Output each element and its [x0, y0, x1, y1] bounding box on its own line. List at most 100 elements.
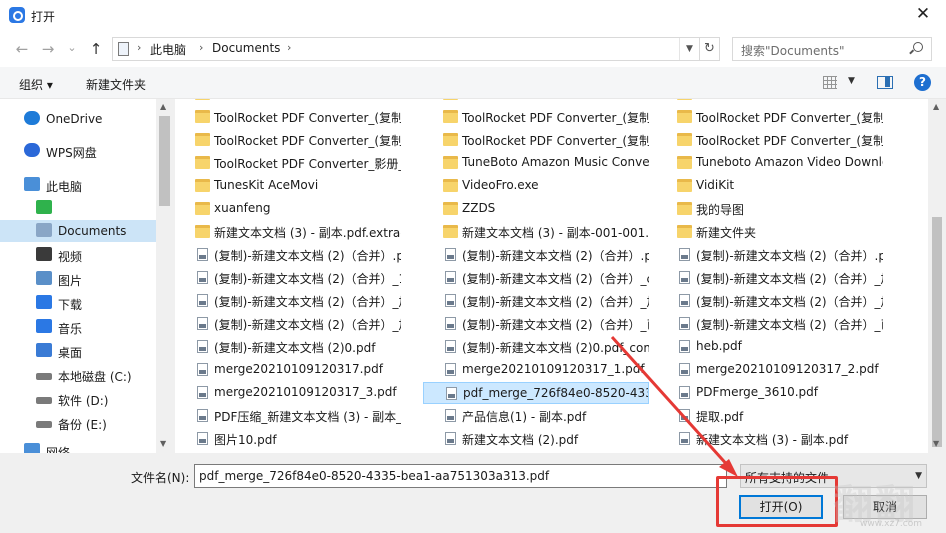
up-button[interactable]: ↑	[87, 40, 105, 58]
recent-locations-button[interactable]: ⌄	[63, 39, 81, 57]
command-toolbar: 组织 ▾ 新建文件夹 ▼ ?	[0, 67, 946, 99]
file-item[interactable]: (复制)-新建文本文档 (2)（合并）_c...	[423, 267, 649, 289]
forward-button[interactable]: →	[39, 40, 57, 58]
file-item[interactable]: (复制)-新建文本文档 (2)0.pdf	[175, 336, 401, 358]
sidebar-item-软件-d-[interactable]: 软件 (D:)	[0, 388, 156, 410]
folder-item-partial[interactable]	[657, 99, 883, 105]
file-item[interactable]: (复制)-新建文本文档 (2)（合并）_已...	[657, 313, 883, 335]
pdf-file-icon	[197, 248, 208, 261]
file-item[interactable]: merge20210109120317_3.pdf	[175, 382, 401, 404]
file-item[interactable]: (复制)-新建文本文档 (2)（合并）_加...	[175, 290, 401, 312]
folder-item-partial[interactable]	[423, 99, 649, 105]
folder-item[interactable]: 新建文件夹	[657, 221, 883, 243]
scroll-up-icon[interactable]: ▲	[933, 102, 939, 111]
sidebar-item-wps网盘[interactable]: WPS网盘	[0, 140, 156, 162]
file-item[interactable]: (复制)-新建文本文档 (2)（合并）.pdf	[175, 244, 401, 266]
search-input[interactable]: 搜索"Documents"	[732, 37, 932, 61]
file-item[interactable]: PDF压缩_新建文本文档 (3) - 副本_...	[175, 405, 401, 427]
sidebar-scroll-thumb[interactable]	[159, 116, 170, 206]
sidebar-item-本地磁盘-c-[interactable]: 本地磁盘 (C:)	[0, 364, 156, 386]
folder-item[interactable]: ToolRocket PDF Converter_(复制)...	[657, 106, 883, 128]
folder-item[interactable]: ToolRocket PDF Converter_(复制)...	[175, 129, 401, 151]
folder-item[interactable]: 我的导图	[657, 198, 883, 220]
view-dropdown-button[interactable]: ▼	[848, 76, 855, 86]
file-item[interactable]: merge20210109120317_2.pdf	[657, 359, 883, 381]
file-list-scroll-thumb[interactable]	[932, 217, 942, 447]
view-options-icon[interactable]	[823, 76, 837, 89]
sidebar-scrollbar[interactable]: ▲ ▼	[156, 99, 173, 453]
scroll-down-icon[interactable]: ▼	[933, 439, 939, 448]
scroll-up-icon[interactable]: ▲	[160, 102, 166, 111]
folder-item[interactable]: ZZDS	[423, 198, 649, 220]
folder-item[interactable]: 新建文本文档 (3) - 副本.pdf.extract...	[175, 221, 401, 243]
file-item[interactable]: 图片10.pdf	[175, 428, 401, 450]
folder-item[interactable]: VidiKit	[657, 175, 883, 197]
sidebar-item-网络[interactable]: 网络	[0, 440, 156, 453]
breadcrumb-this-pc[interactable]: 此电脑	[150, 41, 186, 58]
back-button[interactable]: ←	[13, 40, 31, 58]
folder-item[interactable]: TunesKit AceMovi	[175, 175, 401, 197]
folder-item[interactable]: ToolRocket PDF Converter_影册_s...	[175, 152, 401, 174]
folder-item[interactable]: VideoFro.exe	[423, 175, 649, 197]
file-item[interactable]: (复制)-新建文本文档 (2)（合并）_加...	[175, 313, 401, 335]
file-item[interactable]: 新建文本文档 (2).pdf	[423, 428, 649, 450]
file-item[interactable]: (复制)-新建文本文档 (2)（合并）_已...	[423, 313, 649, 335]
folder-item-partial[interactable]	[175, 99, 401, 105]
file-item[interactable]: 产品信息(1) - 副本.pdf	[423, 405, 649, 427]
file-item[interactable]: (复制)-新建文本文档 (2)（合并）.p...	[657, 244, 883, 266]
pdf-file-icon	[679, 409, 690, 422]
sidebar-item-label: 备份 (E:)	[58, 418, 107, 432]
filename-input[interactable]: pdf_merge_726f84e0-8520-4335-bea1-aa7513…	[194, 464, 727, 488]
sidebar-item-图片[interactable]: 图片	[0, 268, 156, 290]
file-item[interactable]: 新建文本文档 (3) - 副本.pdf	[657, 428, 883, 450]
sidebar-item-documents[interactable]: Documents	[0, 220, 156, 242]
file-item[interactable]: heb.pdf	[657, 336, 883, 358]
folder-item[interactable]: ToolRocket PDF Converter_(复制)...	[423, 106, 649, 128]
folder-icon	[195, 99, 210, 100]
file-item[interactable]: merge20210109120317_1.pdf	[423, 359, 649, 381]
file-item[interactable]: (复制)-新建文本文档 (2)（合并）.p...	[423, 244, 649, 266]
close-button[interactable]: ✕	[900, 0, 946, 31]
sidebar-item-label: 下载	[58, 298, 83, 312]
sidebar-item-下载[interactable]: 下载	[0, 292, 156, 314]
address-dropdown-button[interactable]: ▼	[679, 38, 699, 60]
sidebar-item-onedrive[interactable]: OneDrive	[0, 108, 156, 130]
folder-item[interactable]: ToolRocket PDF Converter_(复制)...	[175, 106, 401, 128]
sidebar-item-视频[interactable]: 视频	[0, 244, 156, 266]
scroll-down-icon[interactable]: ▼	[160, 439, 166, 448]
folder-item[interactable]: TuneBoto Amazon Music Conver...	[423, 152, 649, 174]
file-item[interactable]: (复制)-新建文本文档 (2)（合并）_1....	[175, 267, 401, 289]
folder-item[interactable]: Tuneboto Amazon Video Downlo...	[657, 152, 883, 174]
open-button-highlight	[716, 476, 838, 527]
file-name-label: TuneBoto Amazon Music Conver...	[462, 155, 649, 169]
file-list: ToolRocket PDF Converter_(复制)... ToolRock…	[175, 99, 928, 453]
sidebar-item-音乐[interactable]: 音乐	[0, 316, 156, 338]
file-name-label: 产品信息(1) - 副本.pdf	[462, 410, 587, 424]
sidebar-item-备份-e-[interactable]: 备份 (E:)	[0, 412, 156, 434]
file-name-label: (复制)-新建文本文档 (2)（合并）_加...	[214, 295, 401, 309]
folder-item[interactable]: xuanfeng	[175, 198, 401, 220]
help-icon[interactable]: ?	[914, 74, 931, 91]
sidebar-item-app[interactable]	[0, 197, 156, 219]
file-item[interactable]: 提取.pdf	[657, 405, 883, 427]
breadcrumb-documents[interactable]: Documents	[212, 41, 280, 55]
organize-button[interactable]: 组织 ▾	[19, 76, 53, 93]
folder-item[interactable]: ToolRocket PDF Converter_(复制)...	[423, 129, 649, 151]
file-item[interactable]: merge20210109120317.pdf	[175, 359, 401, 381]
folder-item[interactable]: 新建文本文档 (3) - 副本-001-001.p...	[423, 221, 649, 243]
address-bar[interactable]: › 此电脑 › Documents › ▼	[112, 37, 700, 61]
folder-item[interactable]: ToolRocket PDF Converter_(复制)...	[657, 129, 883, 151]
file-item[interactable]: PDFmerge_3610.pdf	[657, 382, 883, 404]
refresh-button[interactable]: ↻	[700, 37, 720, 61]
file-item[interactable]: pdf_merge_726f84e0-8520-4335-...	[423, 382, 649, 404]
file-item[interactable]: (复制)-新建文本文档 (2)0.pdf_com...	[423, 336, 649, 358]
sidebar-item-桌面[interactable]: 桌面	[0, 340, 156, 362]
new-folder-button[interactable]: 新建文件夹	[86, 76, 146, 93]
preview-pane-button[interactable]	[877, 76, 893, 89]
watermark-url: www.xz7.com	[860, 519, 922, 529]
file-item[interactable]: (复制)-新建文本文档 (2)（合并）_加...	[657, 290, 883, 312]
sidebar-item-此电脑[interactable]: 此电脑	[0, 174, 156, 196]
file-item[interactable]: (复制)-新建文本文档 (2)（合并）_加...	[657, 267, 883, 289]
file-item[interactable]: (复制)-新建文本文档 (2)（合并）_加...	[423, 290, 649, 312]
file-list-scrollbar[interactable]: ▲ ▼	[928, 99, 946, 453]
